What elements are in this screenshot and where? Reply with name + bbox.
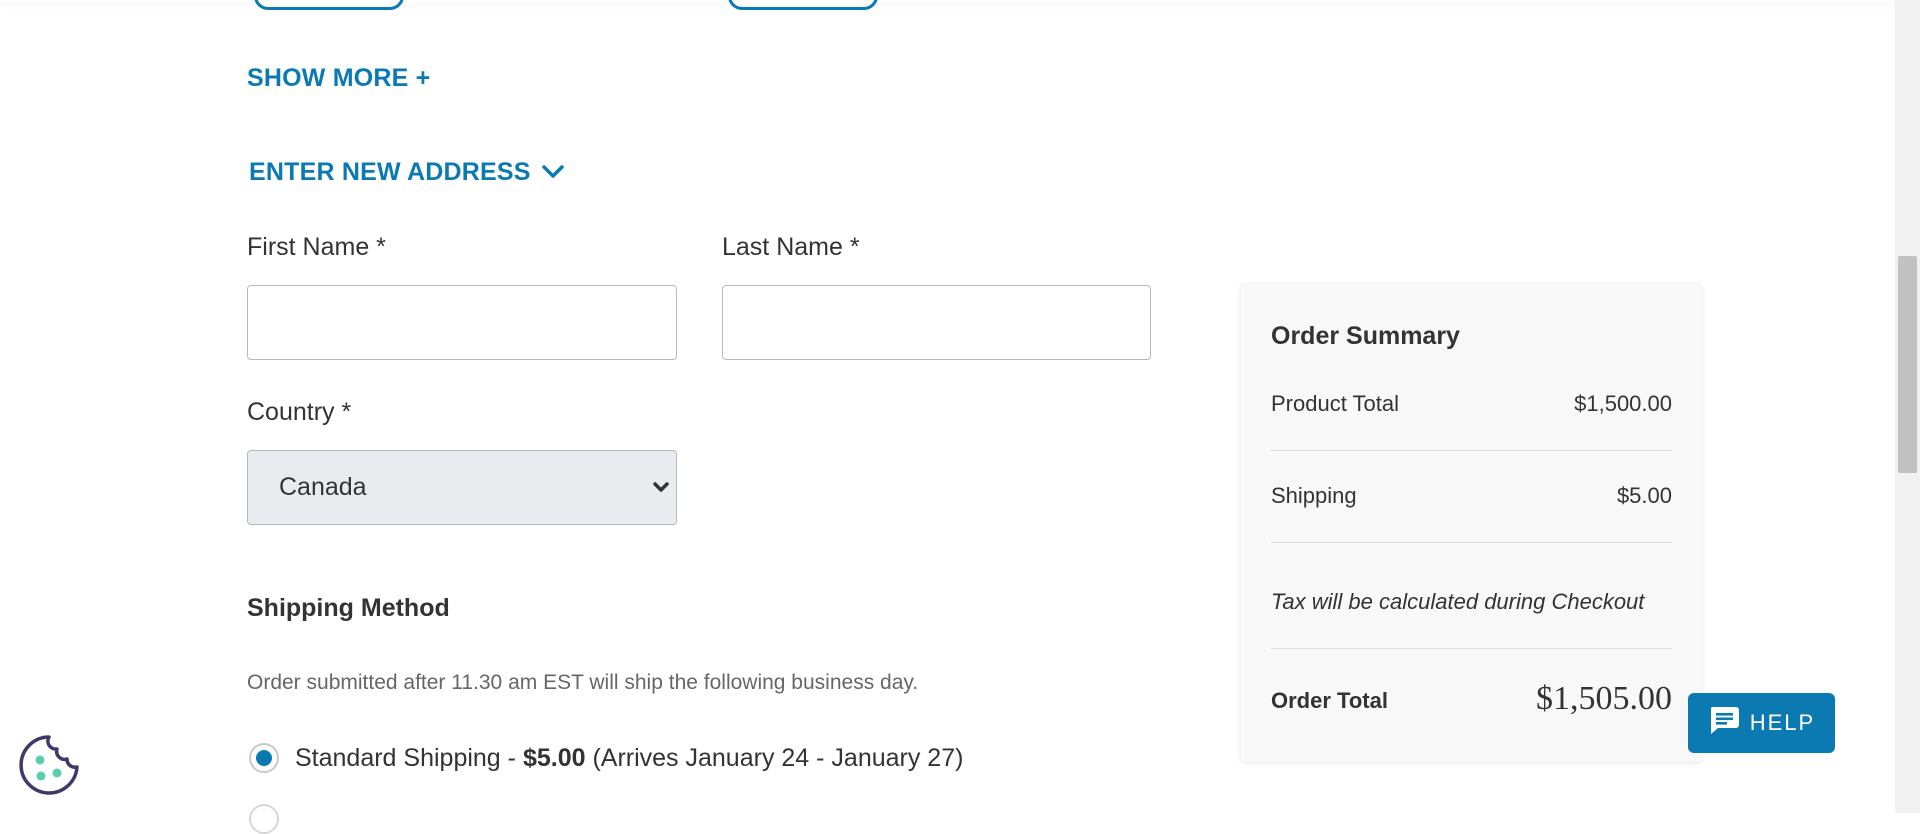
shipping-option-radio[interactable] (249, 804, 279, 834)
shipping-option-price: $5.00 (522, 744, 586, 772)
order-summary-title: Order Summary (1271, 322, 1460, 350)
product-total-row: Product Total $1,500.00 (1271, 391, 1672, 417)
order-summary-panel: Order Summary Product Total $1,500.00 Sh… (1241, 284, 1702, 762)
shipping-note: Order submitted after 11.30 am EST will … (247, 671, 919, 694)
radio-selected-dot (256, 750, 272, 766)
enter-new-address-toggle[interactable]: ENTER NEW ADDRESS (249, 158, 565, 187)
shipping-option-name: Standard Shipping - (295, 744, 523, 772)
order-total-value: $1,505.00 (1536, 680, 1672, 717)
show-more-link[interactable]: SHOW MORE + (247, 64, 430, 93)
first-name-input[interactable] (247, 285, 677, 360)
chevron-down-icon (650, 476, 672, 505)
shipping-method-heading: Shipping Method (247, 594, 450, 622)
shipping-option-arrival: (Arrives January 24 - January 27) (585, 744, 964, 772)
chevron-down-icon (541, 158, 565, 187)
saved-address-card[interactable] (254, 0, 404, 10)
last-name-input[interactable] (722, 285, 1151, 360)
divider (1271, 648, 1672, 649)
scrollbar-thumb[interactable] (1898, 256, 1917, 473)
product-total-value: $1,500.00 (1574, 391, 1672, 416)
last-name-label: Last Name * (722, 233, 860, 261)
enter-new-address-label: ENTER NEW ADDRESS (249, 158, 531, 186)
product-total-label: Product Total (1271, 391, 1400, 416)
standard-shipping-option[interactable]: Standard Shipping - $5.00 (Arrives Janua… (295, 744, 963, 773)
divider (1271, 542, 1672, 543)
tax-note: Tax will be calculated during Checkout (1271, 589, 1645, 614)
help-button[interactable]: HELP (1688, 693, 1835, 753)
standard-shipping-radio[interactable] (249, 743, 279, 773)
shipping-label: Shipping (1271, 483, 1357, 508)
country-select[interactable]: Canada (247, 450, 677, 525)
first-name-label: First Name * (247, 233, 386, 261)
shipping-row: Shipping $5.00 (1271, 483, 1672, 509)
divider (1271, 450, 1672, 451)
shipping-value: $5.00 (1616, 483, 1672, 508)
chat-icon (1708, 705, 1740, 741)
cookie-icon[interactable] (17, 733, 81, 797)
country-select-value: Canada (279, 473, 367, 501)
help-label: HELP (1749, 710, 1816, 735)
country-label: Country * (247, 398, 352, 426)
saved-address-card[interactable] (728, 0, 878, 10)
order-total-label: Order Total (1271, 688, 1388, 713)
